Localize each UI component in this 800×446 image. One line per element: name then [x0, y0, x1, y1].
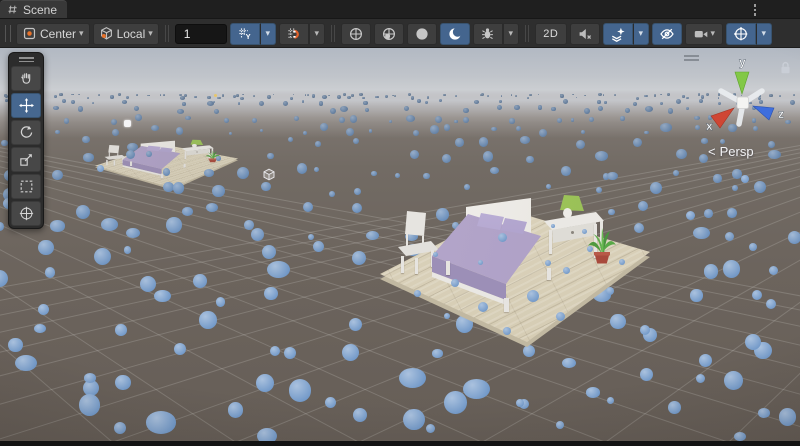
- pivot-mode-button[interactable]: Center ▾: [16, 23, 90, 45]
- toolbar-separator: [165, 25, 169, 42]
- grid-axis-y-icon: Y: [237, 26, 252, 41]
- tab-scene[interactable]: Scene: [0, 0, 67, 18]
- projection-label: Persp: [720, 144, 754, 159]
- rotation-mode-label: Local: [117, 27, 146, 41]
- tab-bar: Scene: [0, 0, 800, 19]
- grid-visibility-button[interactable]: Y: [230, 23, 260, 45]
- effects-combo: ▾: [603, 23, 649, 45]
- light-gizmo-icon[interactable]: [124, 120, 131, 127]
- camera-settings-button[interactable]: ▾: [685, 23, 723, 45]
- chevron-down-icon: ▾: [711, 29, 716, 38]
- tab-label: Scene: [23, 3, 57, 17]
- orientation-gizmo[interactable]: y x z: [698, 54, 792, 136]
- scale-icon: [18, 151, 35, 168]
- transform-tool[interactable]: [11, 201, 41, 226]
- chevron-down-icon: ▾: [315, 29, 320, 38]
- rotate-tool[interactable]: [11, 120, 41, 145]
- camera-icon: [693, 26, 709, 42]
- rotation-local-icon: [99, 26, 114, 41]
- scene-lighting-button[interactable]: [440, 23, 470, 45]
- chevron-down-icon: ▾: [148, 29, 153, 38]
- gizmo-sphere-icon: [733, 26, 749, 42]
- prefab-cube-icon[interactable]: [262, 168, 276, 182]
- scale-tool[interactable]: [11, 147, 41, 172]
- scene-toolbar: Center ▾ Local ▾ Y ▾: [0, 20, 800, 48]
- gizmos-combo: ▾: [726, 23, 772, 45]
- orientation-overlay-handle[interactable]: [684, 55, 699, 62]
- chevron-down-icon: ▾: [509, 29, 514, 38]
- tools-overlay: [8, 52, 44, 229]
- toolbar-separator: [525, 25, 529, 42]
- lighting-moon-icon: [447, 26, 463, 42]
- draw-mode-shaded-button[interactable]: [407, 23, 437, 45]
- effects-star-icon: [610, 26, 626, 42]
- rotate-icon: [18, 124, 35, 141]
- projection-toggle[interactable]: < Persp: [708, 144, 754, 159]
- debug-combo: ▾: [473, 23, 519, 45]
- audio-toggle-button[interactable]: [570, 23, 600, 45]
- z-axis-cone[interactable]: [753, 106, 774, 120]
- effects-dropdown[interactable]: ▾: [633, 23, 649, 45]
- y-axis-label: y: [739, 55, 746, 69]
- draw-mode-shaded-wireframe-button[interactable]: [374, 23, 404, 45]
- grid-visibility-dropdown[interactable]: ▾: [260, 23, 276, 45]
- grid-icon: [7, 4, 18, 15]
- tools-overlay-handle[interactable]: [11, 55, 41, 64]
- hand-icon: [18, 70, 35, 87]
- pivot-center-icon: [22, 26, 37, 41]
- mode-2d-label: 2D: [543, 28, 558, 40]
- bottom-border: [0, 441, 800, 446]
- hidden-objects-button[interactable]: [652, 23, 682, 45]
- distant-marker-icon[interactable]: [214, 94, 217, 97]
- chevron-down-icon: ▾: [762, 29, 767, 38]
- effects-button[interactable]: [603, 23, 633, 45]
- z-axis-label: z: [778, 107, 784, 121]
- svg-text:Y: Y: [246, 32, 251, 41]
- shaded-wireframe-icon: [381, 26, 397, 42]
- eye-slash-icon: [659, 26, 675, 42]
- toolbar-drag-handle[interactable]: [5, 25, 11, 42]
- chevron-down-icon: ▾: [266, 29, 271, 38]
- chevron-down-icon: ▾: [79, 29, 84, 38]
- snap-magnet-icon: [286, 26, 301, 41]
- toolbar-separator: [331, 25, 335, 42]
- draw-mode-wireframe-button[interactable]: [341, 23, 371, 45]
- rect-tool[interactable]: [11, 174, 41, 199]
- kebab-menu-icon[interactable]: [749, 3, 761, 17]
- grid-snapping-combo: ▾: [279, 23, 325, 45]
- grid-snapping-dropdown[interactable]: ▾: [309, 23, 325, 45]
- debug-dropdown[interactable]: ▾: [503, 23, 519, 45]
- mode-2d-button[interactable]: 2D: [535, 23, 567, 45]
- view-hand-tool[interactable]: [11, 66, 41, 91]
- wireframe-sphere-icon: [348, 26, 364, 42]
- chevron-down-icon: ▾: [639, 29, 644, 38]
- lock-icon[interactable]: [779, 60, 792, 75]
- grid-visibility-combo: Y ▾: [230, 23, 276, 45]
- debug-bug-icon: [480, 26, 495, 41]
- scene-viewport[interactable]: y x z < Persp: [0, 48, 800, 441]
- move-tool[interactable]: [11, 93, 41, 118]
- transform-icon: [18, 205, 35, 222]
- pivot-mode-label: Center: [40, 27, 76, 41]
- x-axis-cone[interactable]: [711, 108, 734, 128]
- rect-icon: [18, 178, 35, 195]
- debug-button[interactable]: [473, 23, 503, 45]
- scene-window: Scene Center ▾ Local ▾: [0, 0, 800, 446]
- gizmo-center-cube[interactable]: [737, 97, 749, 109]
- projection-prefix: <: [708, 144, 716, 159]
- snap-increment-input[interactable]: [175, 24, 227, 44]
- y-axis-cone[interactable]: [735, 72, 749, 94]
- gizmo-sprites: [0, 48, 800, 441]
- rotation-mode-button[interactable]: Local ▾: [93, 23, 159, 45]
- grid-snapping-button[interactable]: [279, 23, 309, 45]
- shaded-sphere-icon: [414, 26, 430, 42]
- x-axis-label: x: [706, 119, 713, 133]
- gizmos-button[interactable]: [726, 23, 756, 45]
- audio-muted-icon: [577, 26, 593, 42]
- gizmos-dropdown[interactable]: ▾: [756, 23, 772, 45]
- move-icon: [18, 97, 35, 114]
